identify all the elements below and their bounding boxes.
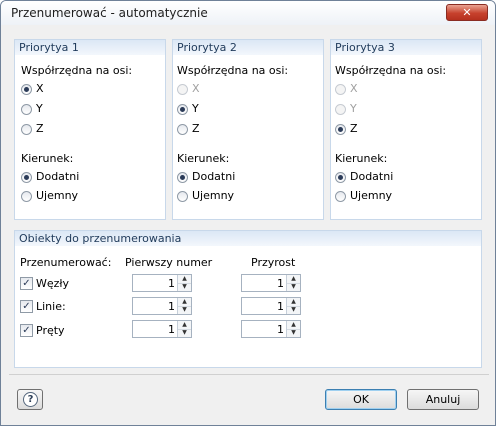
- priority-1-axis-z-label: Z: [36, 122, 44, 135]
- first-number-column-label: Pierwszy numer: [125, 256, 213, 269]
- priority-1-axis-z-radio[interactable]: [21, 124, 32, 135]
- priority-1-axis-y-label: Y: [36, 102, 43, 115]
- priority-2-group: Priorytya 2 Współrzędna na osi: X Y Z Ki…: [172, 39, 324, 220]
- priority-1-positive-label: Dodatni: [36, 170, 80, 183]
- renumber-column-label: Przenumerować:: [20, 256, 112, 269]
- members-increment-value: 1: [277, 323, 284, 336]
- help-icon: ?: [23, 392, 38, 407]
- priority-3-negative-label: Ujemny: [350, 189, 393, 202]
- priority-1-negative-label: Ujemny: [36, 189, 79, 202]
- members-increment-buttons: ▲ ▼: [286, 321, 300, 337]
- nodes-checkbox[interactable]: ✓: [20, 277, 33, 290]
- nodes-increment-buttons: ▲ ▼: [286, 275, 300, 291]
- nodes-label: Węzły: [36, 277, 70, 290]
- priority-2-positive-radio[interactable]: [177, 172, 188, 183]
- lines-increment-spinner[interactable]: 1 ▲ ▼: [241, 297, 301, 315]
- priority-2-coord-label: Współrzędna na osi:: [177, 64, 289, 77]
- nodes-first-number-value: 1: [168, 277, 175, 290]
- priority-2-axis-z-radio[interactable]: [177, 124, 188, 135]
- priority-3-coord-label: Współrzędna na osi:: [335, 64, 447, 77]
- priority-1-coord-label: Współrzędna na osi:: [21, 64, 133, 77]
- priority-3-axis-z-label: Z: [350, 122, 358, 135]
- priority-1-axis-x-radio[interactable]: [21, 84, 32, 95]
- nodes-first-number-spinner[interactable]: 1 ▲ ▼: [132, 274, 192, 292]
- ok-button[interactable]: OK: [325, 389, 397, 410]
- priority-1-axis-y-radio[interactable]: [21, 104, 32, 115]
- spin-down-icon[interactable]: ▼: [287, 329, 300, 337]
- lines-increment-value: 1: [277, 300, 284, 313]
- objects-group: Obiekty do przenumerowania Przenumerować…: [14, 230, 482, 368]
- close-button[interactable]: ✕: [446, 4, 488, 21]
- members-first-number-value: 1: [168, 323, 175, 336]
- priority-2-positive-label: Dodatni: [192, 170, 236, 183]
- lines-first-number-buttons: ▲ ▼: [177, 298, 191, 314]
- members-checkbox[interactable]: ✓: [20, 324, 33, 337]
- increment-column-label: Przyrost: [251, 256, 296, 269]
- priority-3-negative-radio[interactable]: [335, 191, 346, 202]
- priority-1-group: Priorytya 1 Współrzędna na osi: X Y Z Ki…: [14, 39, 166, 220]
- priority-3-header: Priorytya 3: [331, 40, 481, 55]
- footer-separator: [9, 374, 489, 375]
- spin-down-icon[interactable]: ▼: [287, 283, 300, 291]
- members-first-number-buttons: ▲ ▼: [177, 321, 191, 337]
- priority-3-direction-label: Kierunek:: [335, 152, 388, 165]
- priority-2-direction-label: Kierunek:: [177, 152, 230, 165]
- priority-2-axis-z-label: Z: [192, 122, 200, 135]
- priority-2-negative-label: Ujemny: [192, 189, 235, 202]
- priority-3-axis-y-label: Y: [350, 102, 357, 115]
- spin-down-icon[interactable]: ▼: [178, 283, 191, 291]
- priority-2-negative-radio[interactable]: [177, 191, 188, 202]
- cancel-button[interactable]: Anuluj: [407, 389, 479, 410]
- lines-first-number-value: 1: [168, 300, 175, 313]
- spin-down-icon[interactable]: ▼: [178, 306, 191, 314]
- nodes-increment-spinner[interactable]: 1 ▲ ▼: [241, 274, 301, 292]
- priority-1-axis-x-label: X: [36, 82, 44, 95]
- lines-checkbox[interactable]: ✓: [20, 300, 33, 313]
- dialog-window: Przenumerować - automatycznie ✕ Prioryty…: [0, 0, 496, 426]
- spin-down-icon[interactable]: ▼: [178, 329, 191, 337]
- priority-3-group: Priorytya 3 Współrzędna na osi: X Y Z Ki…: [330, 39, 482, 220]
- priority-2-axis-y-label: Y: [192, 102, 199, 115]
- priority-1-header: Priorytya 1: [15, 40, 165, 55]
- window-title: Przenumerować - automatycznie: [11, 6, 208, 20]
- priority-3-axis-x-radio[interactable]: [335, 84, 346, 95]
- priority-3-axis-x-label: X: [350, 82, 358, 95]
- lines-increment-buttons: ▲ ▼: [286, 298, 300, 314]
- priority-1-direction-label: Kierunek:: [21, 152, 74, 165]
- priority-3-positive-radio[interactable]: [335, 172, 346, 183]
- priority-2-header: Priorytya 2: [173, 40, 323, 55]
- lines-first-number-spinner[interactable]: 1 ▲ ▼: [132, 297, 192, 315]
- priority-3-axis-y-radio[interactable]: [335, 104, 346, 115]
- priority-3-positive-label: Dodatni: [350, 170, 394, 183]
- priority-2-axis-x-label: X: [192, 82, 200, 95]
- priority-2-axis-x-radio[interactable]: [177, 84, 188, 95]
- lines-label: Linie:: [36, 300, 66, 313]
- members-increment-spinner[interactable]: 1 ▲ ▼: [241, 320, 301, 338]
- members-first-number-spinner[interactable]: 1 ▲ ▼: [132, 320, 192, 338]
- objects-header: Obiekty do przenumerowania: [15, 231, 481, 246]
- priority-2-axis-y-radio[interactable]: [177, 104, 188, 115]
- members-label: Pręty: [36, 324, 65, 337]
- spin-down-icon[interactable]: ▼: [287, 306, 300, 314]
- nodes-first-number-buttons: ▲ ▼: [177, 275, 191, 291]
- priority-3-axis-z-radio[interactable]: [335, 124, 346, 135]
- priority-1-positive-radio[interactable]: [21, 172, 32, 183]
- help-button[interactable]: ?: [17, 389, 43, 410]
- nodes-increment-value: 1: [277, 277, 284, 290]
- title-bar: Przenumerować - automatycznie ✕: [1, 1, 495, 25]
- priority-1-negative-radio[interactable]: [21, 191, 32, 202]
- close-icon: ✕: [462, 6, 472, 19]
